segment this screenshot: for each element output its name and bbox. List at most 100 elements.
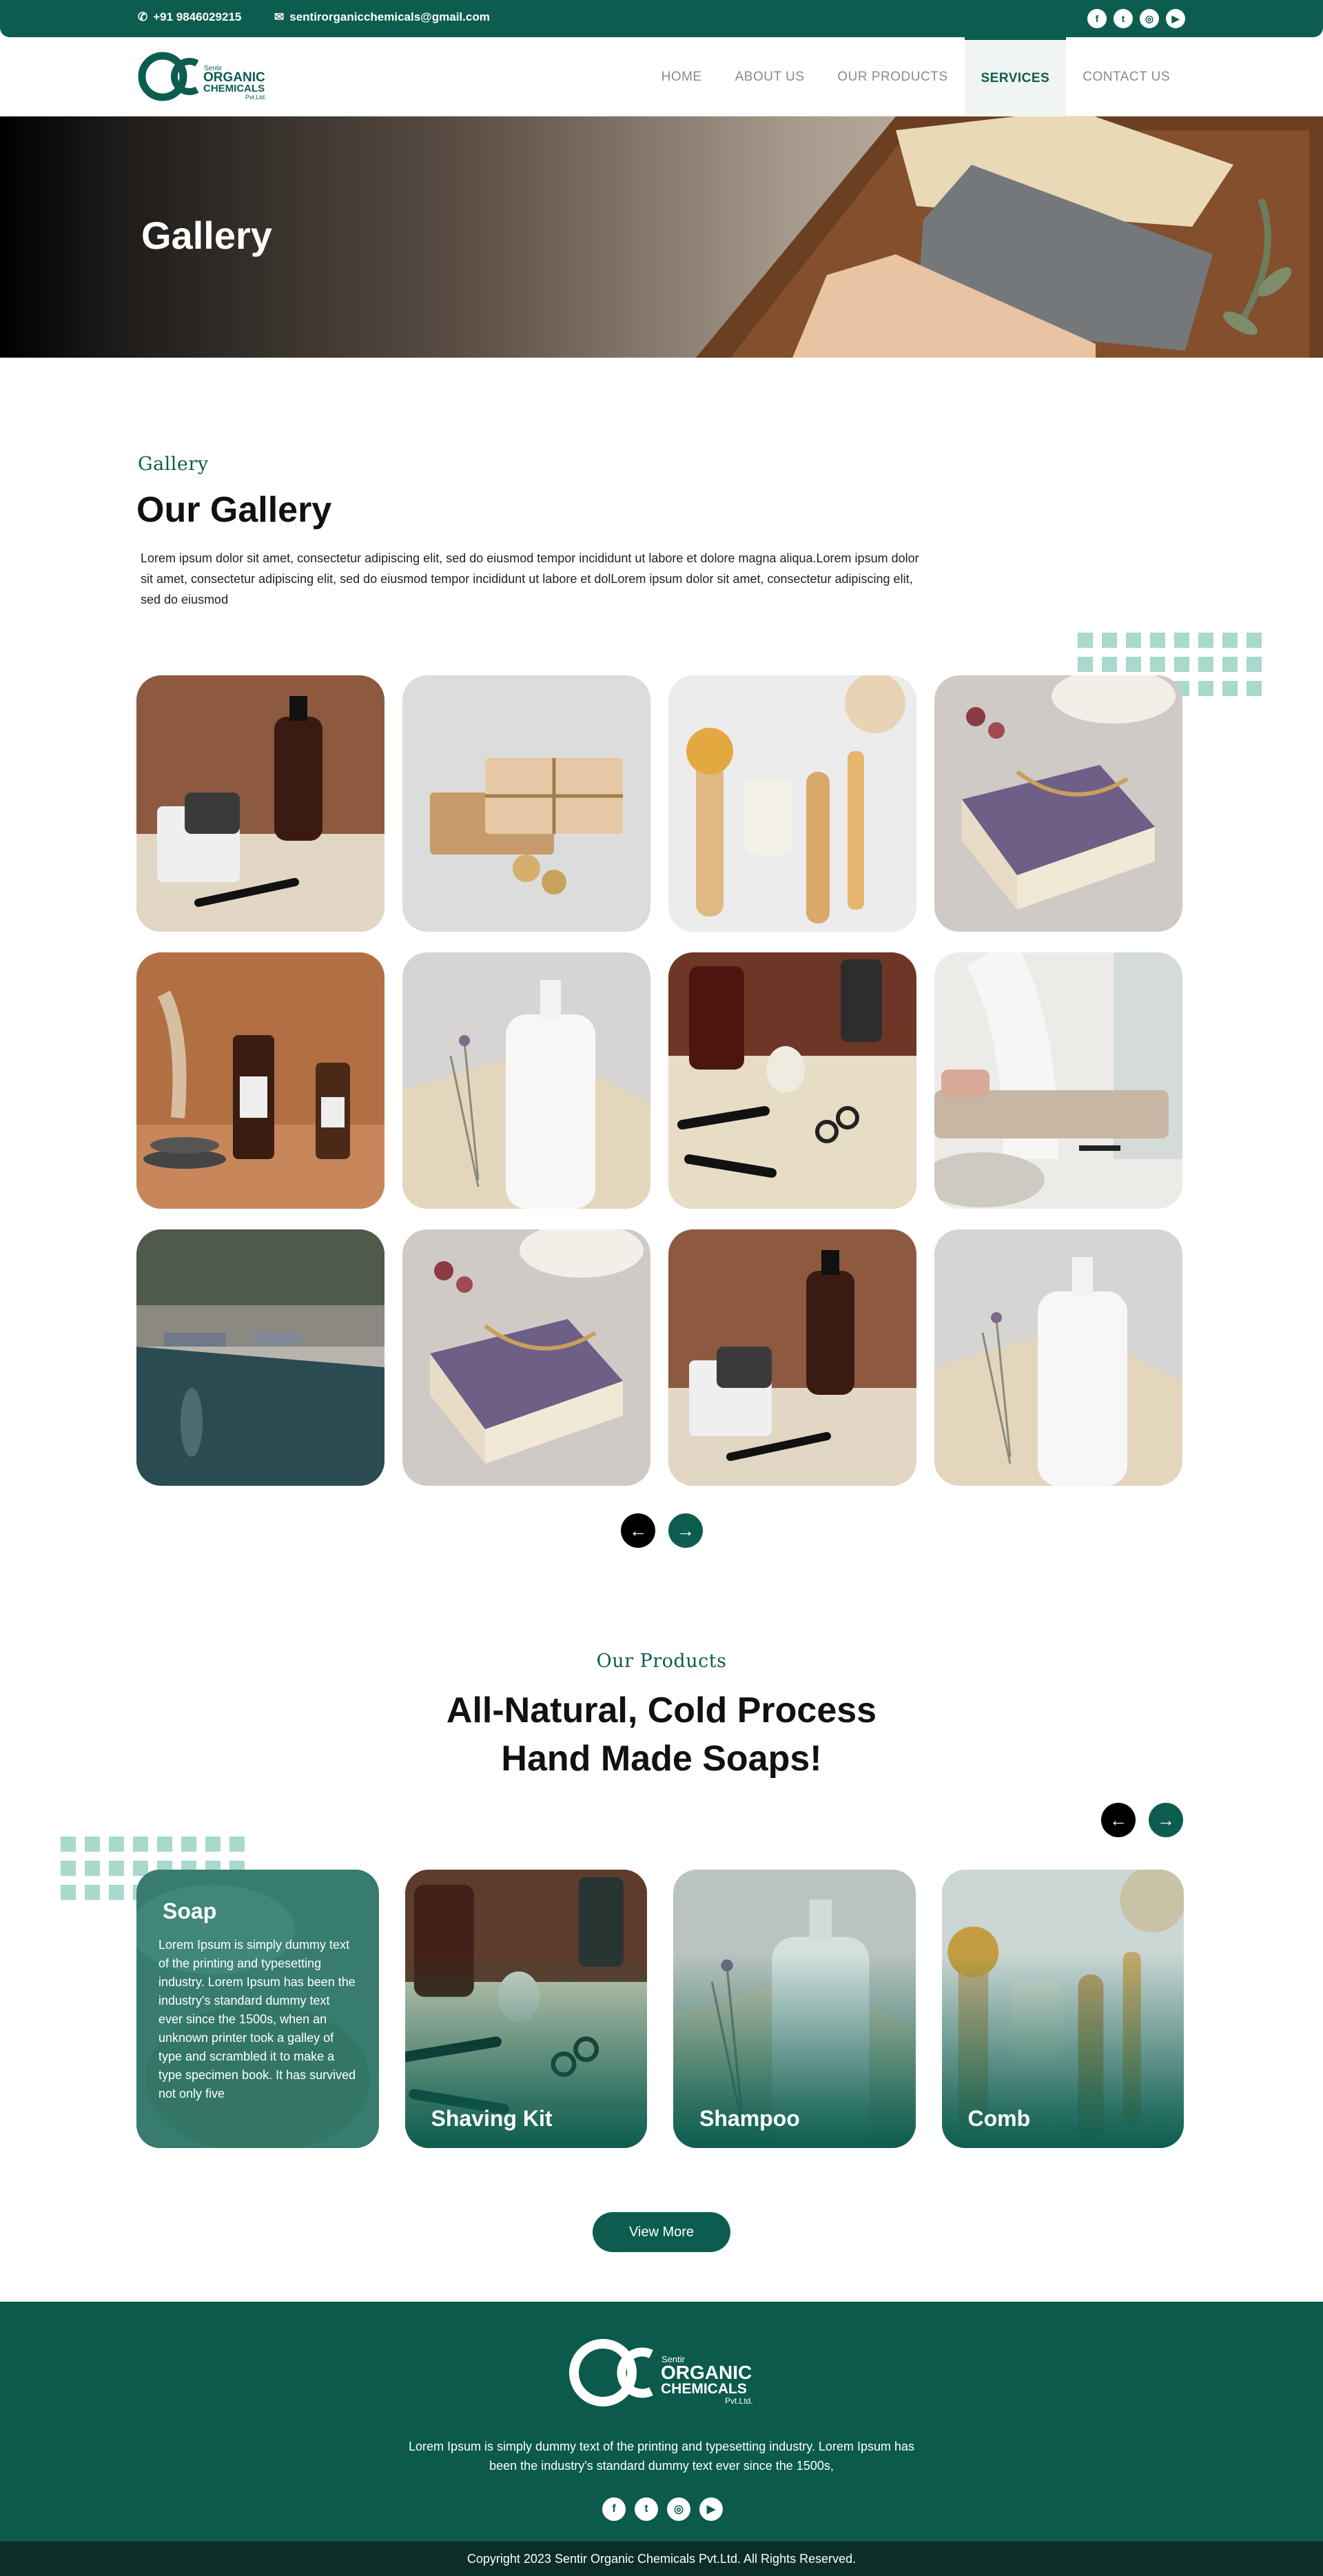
gallery-image-bedroom[interactable] bbox=[934, 952, 1182, 1209]
phone-number: +91 9846029215 bbox=[153, 10, 242, 23]
gallery-eyebrow: Gallery bbox=[138, 453, 209, 475]
page: ✆ +91 9846029215 ✉ sentirorganicchemical… bbox=[0, 0, 1323, 2576]
arrow-left-icon: ← bbox=[1109, 1809, 1127, 1830]
decorative-dot bbox=[1126, 633, 1141, 648]
footer-logo[interactable]: Sentir ORGANIC CHEMICALS Pvt.Ltd. bbox=[565, 2335, 765, 2411]
nav-about-us[interactable]: ABOUT US bbox=[719, 37, 821, 116]
gallery-image-brushes[interactable] bbox=[668, 675, 916, 932]
phone-contact[interactable]: ✆ +91 9846029215 bbox=[138, 10, 241, 24]
decorative-dot bbox=[61, 1837, 76, 1852]
nav-our-products[interactable]: OUR PRODUCTS bbox=[821, 37, 964, 116]
gallery-image-soap-bar[interactable] bbox=[402, 1229, 650, 1486]
page-banner: Gallery bbox=[0, 116, 1323, 358]
logo-line3: CHEMICALS bbox=[203, 83, 265, 94]
decorative-dot bbox=[109, 1885, 124, 1900]
company-logo[interactable]: Sentir ORGANIC CHEMICALS Pvt.Ltd. bbox=[136, 50, 274, 103]
decorative-dot bbox=[109, 1861, 124, 1876]
products-eyebrow: Our Products bbox=[596, 1650, 727, 1672]
footer-logo-line2: ORGANIC bbox=[661, 2362, 752, 2383]
top-contact-bar: ✆ +91 9846029215 ✉ sentirorganicchemical… bbox=[0, 0, 1323, 37]
decorative-dot bbox=[61, 1885, 76, 1900]
products-title-line2: Hand Made Soaps! bbox=[501, 1739, 822, 1779]
product-card-shampoo[interactable]: Shampoo bbox=[673, 1870, 916, 2148]
nav-services[interactable]: SERVICES bbox=[964, 37, 1067, 116]
gallery-image-wrapped-soap[interactable] bbox=[402, 675, 650, 932]
gallery-image-razor-kit[interactable] bbox=[136, 675, 384, 932]
instagram-icon[interactable]: ◎ bbox=[1140, 9, 1159, 28]
gallery-title: Our Gallery bbox=[136, 490, 332, 530]
product-card-comb[interactable]: Comb bbox=[941, 1870, 1184, 2148]
products-prev-button[interactable]: ← bbox=[1101, 1803, 1136, 1837]
gallery-prev-button[interactable]: ← bbox=[621, 1513, 655, 1548]
gallery-description: Lorem ipsum dolor sit amet, consectetur … bbox=[141, 551, 919, 606]
gallery-image-white-bottle[interactable] bbox=[402, 952, 650, 1209]
phone-icon: ✆ bbox=[138, 10, 148, 23]
decorative-dot bbox=[1222, 681, 1238, 696]
product-card-title: Shaving Kit bbox=[431, 2106, 553, 2131]
decorative-dot bbox=[1078, 657, 1093, 672]
decorative-dot bbox=[1150, 633, 1165, 648]
view-more-button[interactable]: View More bbox=[593, 2212, 730, 2252]
decorative-dot bbox=[85, 1861, 100, 1876]
decorative-dot bbox=[229, 1837, 245, 1852]
nav-contact-us[interactable]: CONTACT US bbox=[1066, 37, 1187, 116]
email-contact[interactable]: ✉ sentirorganicchemicals@gmail.com bbox=[274, 10, 490, 24]
product-card-title: Comb bbox=[967, 2106, 1031, 2131]
gallery-image-pool[interactable] bbox=[136, 1229, 384, 1486]
twitter-icon[interactable]: t bbox=[635, 2497, 658, 2521]
footer-social-links: f t ◎ ▶ bbox=[602, 2497, 723, 2521]
decorative-dot bbox=[157, 1837, 172, 1852]
arrow-left-icon: ← bbox=[629, 1520, 647, 1541]
footer-logo-line4: Pvt.Ltd. bbox=[725, 2396, 753, 2406]
decorative-dot bbox=[1174, 657, 1189, 672]
footer-logo-line3: CHEMICALS bbox=[661, 2381, 747, 2397]
product-carousel: Soap Lorem Ipsum is simply dummy text of … bbox=[136, 1870, 1184, 2148]
gallery-image-razor-kit[interactable] bbox=[668, 1229, 916, 1486]
nav-home[interactable]: HOME bbox=[645, 37, 719, 116]
gallery-grid bbox=[136, 675, 1184, 1486]
products-title-line1: All-Natural, Cold Process bbox=[446, 1690, 877, 1730]
decorative-dot bbox=[1198, 633, 1213, 648]
decorative-dot bbox=[85, 1837, 100, 1852]
decorative-dot bbox=[1222, 657, 1238, 672]
decorative-dot bbox=[133, 1837, 148, 1852]
main-navigation: HOME ABOUT US OUR PRODUCTS SERVICES CONTACT … bbox=[645, 37, 1187, 116]
product-card-soap[interactable]: Soap Lorem Ipsum is simply dummy text of … bbox=[136, 1870, 379, 2148]
gallery-image-soap-bar[interactable] bbox=[934, 675, 1182, 932]
product-card-description: Lorem Ipsum is simply dummy text of the … bbox=[158, 1938, 356, 2100]
decorative-dot bbox=[85, 1885, 100, 1900]
product-card-shaving-kit[interactable]: Shaving Kit bbox=[404, 1870, 647, 2148]
site-footer: Sentir ORGANIC CHEMICALS Pvt.Ltd. Lorem … bbox=[0, 2302, 1323, 2542]
decorative-dot bbox=[1126, 657, 1141, 672]
decorative-dot bbox=[205, 1837, 220, 1852]
copyright-bar: Copyright 2023 Sentir Organic Chemicals … bbox=[0, 2542, 1323, 2576]
product-card-title: Soap bbox=[163, 1899, 217, 1923]
footer-text: Lorem Ipsum is simply dummy text of the … bbox=[409, 2440, 914, 2473]
products-next-button[interactable]: → bbox=[1149, 1803, 1183, 1837]
banner-title: Gallery bbox=[141, 214, 272, 257]
email-address: sentirorganicchemicals@gmail.com bbox=[289, 10, 490, 23]
youtube-icon[interactable]: ▶ bbox=[699, 2497, 723, 2521]
arrow-right-icon: → bbox=[1157, 1809, 1175, 1830]
decorative-dot bbox=[1247, 633, 1262, 648]
logo-line4: Pvt.Ltd. bbox=[245, 94, 267, 101]
gallery-image-white-bottle[interactable] bbox=[934, 1229, 1182, 1486]
decorative-dot bbox=[1150, 657, 1165, 672]
mail-icon: ✉ bbox=[274, 10, 285, 23]
facebook-icon[interactable]: f bbox=[602, 2497, 626, 2521]
decorative-dot bbox=[1102, 657, 1117, 672]
product-card-title: Shampoo bbox=[699, 2106, 800, 2131]
decorative-dot bbox=[1198, 681, 1213, 696]
decorative-dot bbox=[1198, 657, 1213, 672]
instagram-icon[interactable]: ◎ bbox=[667, 2497, 690, 2521]
facebook-icon[interactable]: f bbox=[1087, 9, 1107, 28]
gallery-image-shaving-tools[interactable] bbox=[668, 952, 916, 1209]
gallery-image-serum-bottles[interactable] bbox=[136, 952, 384, 1209]
decorative-dot bbox=[109, 1837, 124, 1852]
decorative-dot bbox=[1247, 681, 1262, 696]
gallery-next-button[interactable]: → bbox=[668, 1513, 703, 1548]
youtube-icon[interactable]: ▶ bbox=[1166, 9, 1185, 28]
twitter-icon[interactable]: t bbox=[1114, 9, 1133, 28]
social-links: f t ◎ ▶ bbox=[1087, 9, 1185, 28]
decorative-dot bbox=[1078, 633, 1093, 648]
